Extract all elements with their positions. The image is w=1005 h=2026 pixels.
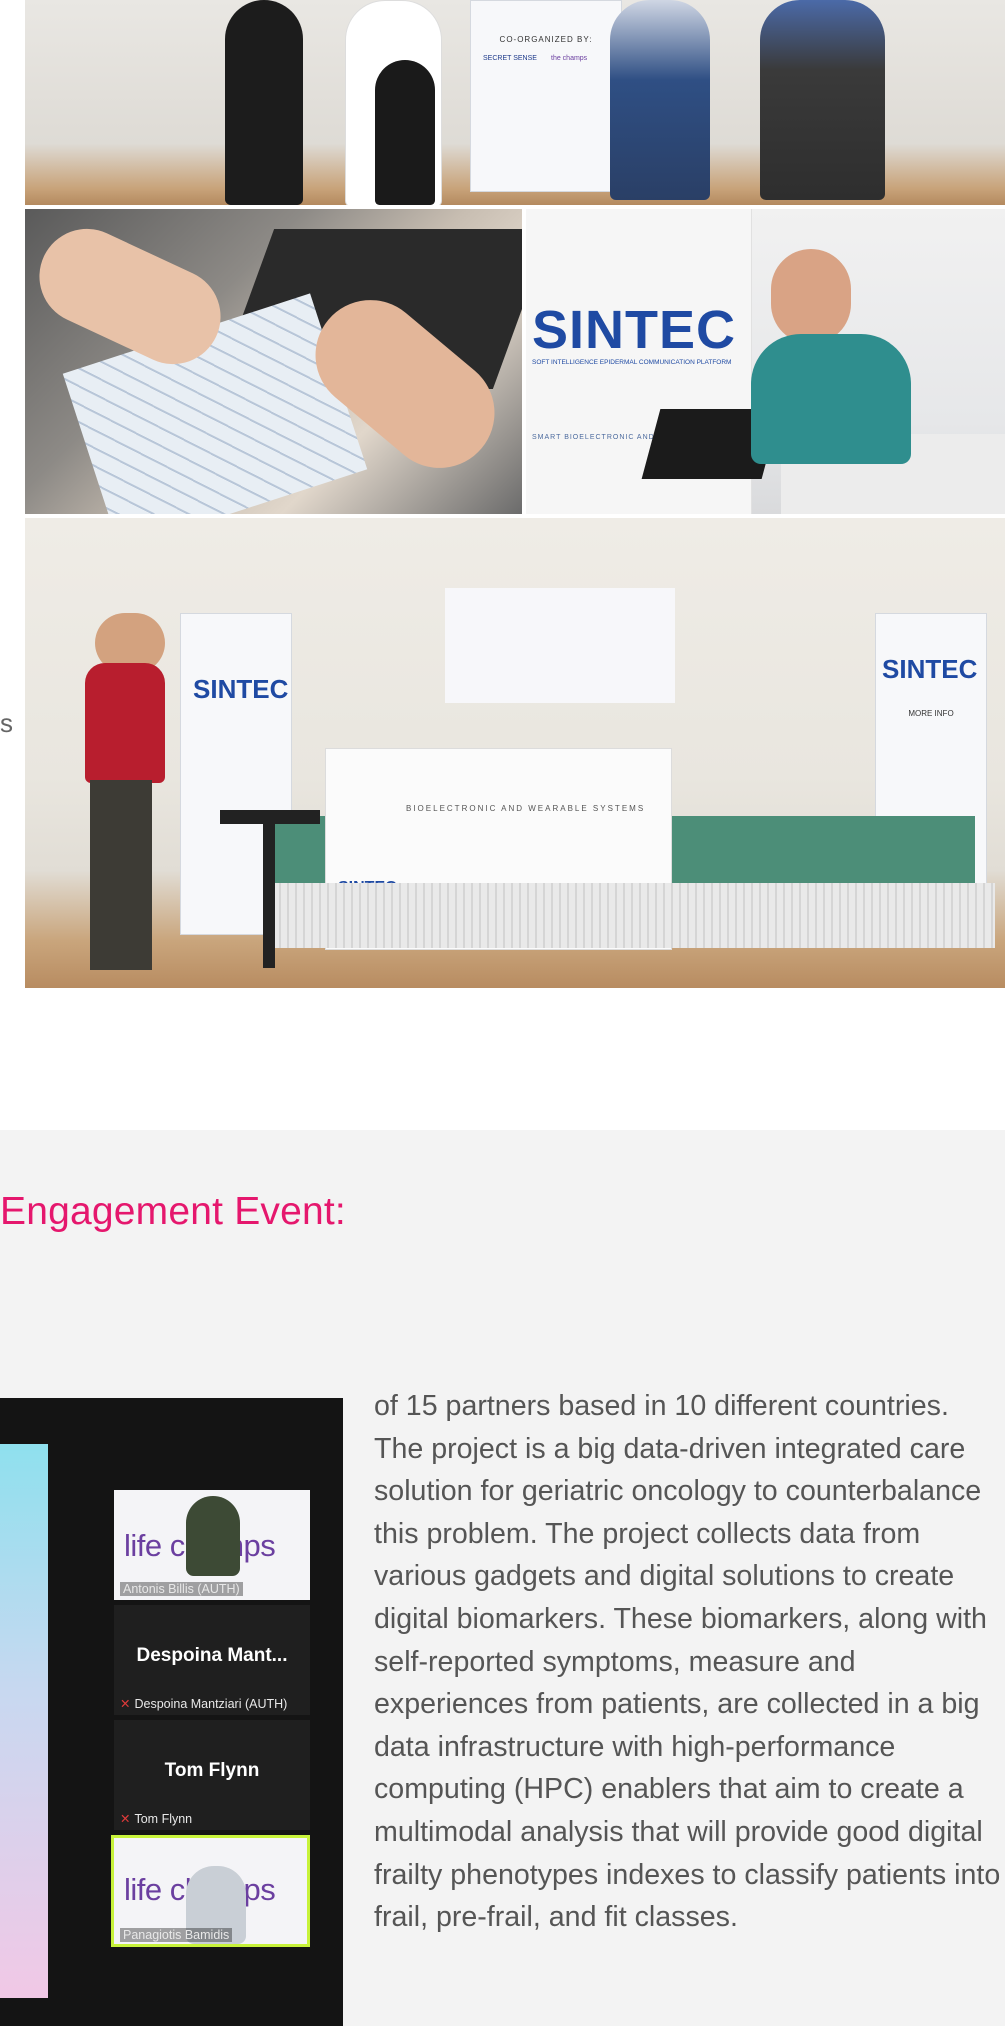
side-text-fragment: s bbox=[0, 708, 13, 738]
participant-name: Antonis Billis (AUTH) bbox=[120, 1582, 243, 1596]
lectern-top bbox=[220, 810, 320, 824]
video-call-screenshot[interactable]: life champs Antonis Billis (AUTH) Despoi… bbox=[0, 1398, 343, 2026]
person-figure bbox=[760, 0, 885, 200]
stage-skirt bbox=[265, 883, 995, 948]
participant-video bbox=[186, 1496, 240, 1576]
participant-tile-active-speaker[interactable]: life champs Panagiotis Bamidis bbox=[111, 1835, 310, 1947]
shared-screen bbox=[0, 1444, 48, 1998]
banner-brand: SINTEC bbox=[882, 654, 978, 684]
banner-info: MORE INFO bbox=[908, 709, 954, 718]
section-heading: Engagement Event: bbox=[0, 1190, 346, 1233]
lectern-stem bbox=[263, 823, 275, 968]
gallery-photo-room[interactable]: SINTEC SINTEC MORE INFO BIOELECTRONIC AN… bbox=[25, 518, 1005, 988]
participant-name: Tom Flynn bbox=[134, 1812, 193, 1826]
rollup-line: SECRET SENSE bbox=[483, 55, 537, 62]
participant-name-row: ✕ Despoina Mantziari (AUTH) bbox=[120, 1696, 287, 1711]
mic-muted-icon: ✕ bbox=[120, 1812, 131, 1826]
cloth-title: BIOELECTRONIC AND WEARABLE SYSTEMS bbox=[406, 804, 646, 813]
person-figure bbox=[225, 0, 303, 205]
banner-brand: SINTEC bbox=[193, 674, 289, 704]
banner-subline: SMART BIOELECTRONIC AND WE bbox=[532, 434, 671, 441]
rollup-line: the champs bbox=[551, 55, 588, 62]
gallery-photo-group[interactable]: CO-ORGANIZED BY: SECRET SENSE the champs bbox=[25, 0, 1005, 205]
participant-display: Despoina Mant... bbox=[136, 1645, 288, 1666]
projector-screen bbox=[445, 588, 675, 703]
person-figure bbox=[375, 60, 435, 205]
participant-name: Despoina Mantziari (AUTH) bbox=[134, 1697, 288, 1711]
gallery-photo-speaker[interactable]: SINTEC SOFT INTELLIGENCE EPIDERMAL COMMU… bbox=[526, 209, 1005, 514]
banner-brand: SINTEC bbox=[532, 300, 737, 360]
presenter-legs bbox=[90, 780, 152, 970]
section-body: of 15 partners based in 10 different cou… bbox=[374, 1385, 1002, 1939]
participant-name: Panagiotis Bamidis bbox=[120, 1928, 233, 1942]
person-figure bbox=[610, 0, 710, 200]
rollup-line: CO-ORGANIZED BY: bbox=[499, 35, 593, 44]
participant-name-row: ✕ Tom Flynn bbox=[120, 1811, 192, 1826]
gallery-photo-hands[interactable] bbox=[25, 209, 522, 514]
participant-tile[interactable]: Tom Flynn ✕ Tom Flynn bbox=[114, 1720, 310, 1830]
participant-tile[interactable]: life champs Antonis Billis (AUTH) bbox=[114, 1490, 310, 1600]
body-paragraph: of 15 partners based in 10 different cou… bbox=[374, 1390, 1001, 1934]
mic-muted-icon: ✕ bbox=[120, 1697, 131, 1711]
participant-display: Tom Flynn bbox=[164, 1760, 260, 1781]
participant-tile[interactable]: Despoina Mant... ✕ Despoina Mantziari (AU… bbox=[114, 1605, 310, 1715]
rollup-banner: CO-ORGANIZED BY: SECRET SENSE the champs bbox=[470, 0, 622, 192]
speaker-shirt bbox=[751, 334, 911, 464]
banner-tagline: SOFT INTELLIGENCE EPIDERMAL COMMUNICATIO… bbox=[532, 359, 732, 366]
presenter-shirt bbox=[85, 663, 165, 783]
speaker-head bbox=[771, 249, 851, 344]
